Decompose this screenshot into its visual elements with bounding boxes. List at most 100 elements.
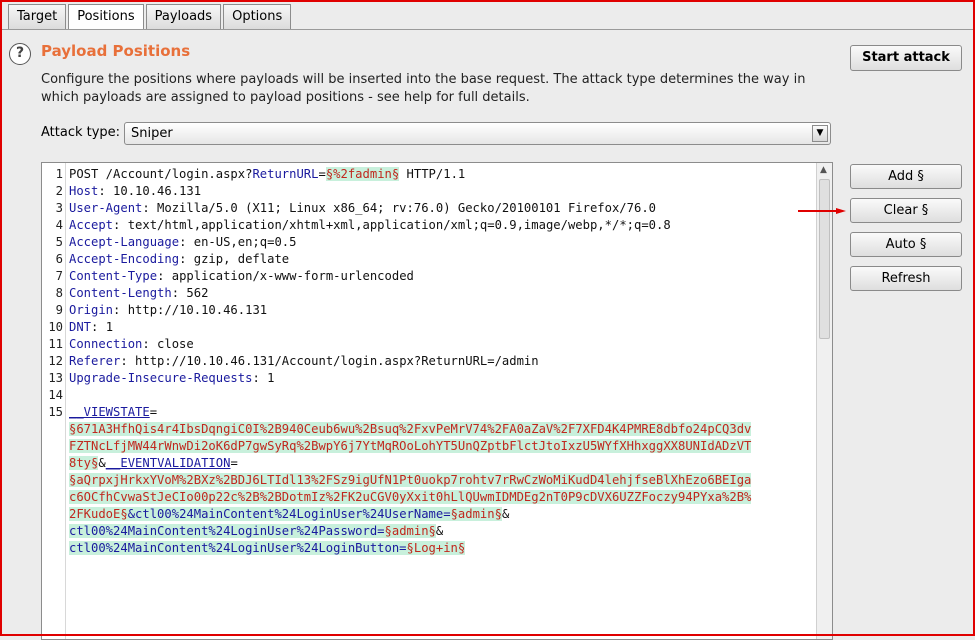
request-line: 8ty§&__EVENTVALIDATION= <box>42 455 816 472</box>
payload-marker: §Log+in§ <box>406 541 466 555</box>
payload-marker: §671A3HfhQis4r4IbsDqngiC0I%2B940Ceub6wu%… <box>69 422 752 436</box>
auto-marker-button[interactable]: Auto § <box>850 232 962 257</box>
request-line: §671A3HfhQis4r4IbsDqngiC0I%2B940Ceub6wu%… <box>42 421 816 438</box>
line-segment: = <box>318 167 326 181</box>
request-line: 9 Origin: http://10.10.46.131 <box>42 302 816 319</box>
request-line: 1 POST /Account/login.aspx?ReturnURL=§%2f… <box>42 166 816 183</box>
request-line: 15 __VIEWSTATE= <box>42 404 816 421</box>
line-text: ctl00%24MainContent%24LoginUser%24LoginB… <box>69 540 466 557</box>
scrollbar-thumb[interactable] <box>819 179 830 339</box>
line-segment: POST /Account/login.aspx? <box>69 167 253 181</box>
dropdown-arrow-icon[interactable]: ▼ <box>812 125 828 142</box>
line-number: 5 <box>55 235 63 249</box>
request-line: 2 Host: 10.10.46.131 <box>42 183 816 200</box>
line-segment: Connection <box>69 337 143 351</box>
request-line: 4 Accept: text/html,application/xhtml+xml… <box>42 217 816 234</box>
request-line: 2FKudoE§&ctl00%24MainContent%24LoginUser… <box>42 506 816 523</box>
line-text: __VIEWSTATE= <box>69 404 157 421</box>
line-text: Content-Type: application/x-www-form-url… <box>69 268 414 285</box>
help-icon[interactable]: ? <box>9 43 31 65</box>
line-segment: Origin <box>69 303 114 317</box>
request-line: 7 Content-Type: application/x-www-form-ur… <box>42 268 816 285</box>
request-line: 3 User-Agent: Mozilla/5.0 (X11; Linux x86… <box>42 200 816 217</box>
start-attack-button[interactable]: Start attack <box>850 45 962 71</box>
line-text: 2FKudoE§&ctl00%24MainContent%24LoginUser… <box>69 506 509 523</box>
line-number: 2 <box>55 184 63 198</box>
tab-positions[interactable]: Positions <box>68 4 144 29</box>
scroll-up-icon[interactable]: ▲ <box>820 165 827 175</box>
line-segment: Accept <box>69 218 114 232</box>
line-segment: : 1 <box>252 371 275 385</box>
request-line: FZTNcLfjMW44rWnwDi2oK6dP7gwSyRq%2BwpY6j7… <box>42 438 816 455</box>
line-segment: User-Agent <box>69 201 143 215</box>
line-text: Host: 10.10.46.131 <box>69 183 201 200</box>
line-number: 10 <box>48 320 63 334</box>
tab-target[interactable]: Target <box>8 4 67 29</box>
request-line: c6OCfhCvwaStJeCIo00p22c%2B%2BDotmIz%2FK2… <box>42 489 816 506</box>
annotation-arrow-icon <box>798 208 846 214</box>
panel-title: Payload Positions <box>41 42 191 60</box>
line-segment: : 562 <box>171 286 209 300</box>
request-line: ctl00%24MainContent%24LoginUser%24LoginB… <box>42 540 816 557</box>
line-segment: : http://10.10.46.131/Account/login.aspx… <box>120 354 539 368</box>
line-text: 8ty§&__EVENTVALIDATION= <box>69 455 238 472</box>
payload-marker: §%2fadmin§ <box>325 167 400 181</box>
attack-type-value: Sniper <box>131 126 173 141</box>
line-segment: : application/x-www-form-urlencoded <box>157 269 414 283</box>
clear-marker-button[interactable]: Clear § <box>850 198 962 223</box>
request-line: 12 Referer: http://10.10.46.131/Account/l… <box>42 353 816 370</box>
request-line: §aQrpxjHrkxYVoM%2BXz%2BDJ6LTIdl13%2FSz9i… <box>42 472 816 489</box>
line-segment: : text/html,application/xhtml+xml,applic… <box>113 218 671 232</box>
line-number: 4 <box>55 218 63 232</box>
line-segment: HTTP/1.1 <box>399 167 466 181</box>
line-segment: Content-Type <box>69 269 158 283</box>
line-segment: Content-Length <box>69 286 172 300</box>
line-number: 9 <box>55 303 63 317</box>
vertical-scrollbar[interactable]: ▲ <box>816 163 832 639</box>
line-segment: : 1 <box>91 320 114 334</box>
line-text: ctl00%24MainContent%24LoginUser%24Passwo… <box>69 523 443 540</box>
line-segment: ctl00%24MainContent%24LoginUser%24LoginB… <box>69 541 407 555</box>
line-number: 15 <box>48 405 63 419</box>
line-text: Origin: http://10.10.46.131 <box>69 302 267 319</box>
request-line: 8 Content-Length: 562 <box>42 285 816 302</box>
line-segment: & <box>501 507 510 521</box>
line-number: 3 <box>55 201 63 215</box>
line-segment: Accept-Encoding <box>69 252 180 266</box>
request-line: 11 Connection: close <box>42 336 816 353</box>
request-editor[interactable]: 1 POST /Account/login.aspx?ReturnURL=§%2f… <box>41 162 833 640</box>
tab-bar: Target Positions Payloads Options <box>8 4 293 29</box>
line-number: 1 <box>55 167 63 181</box>
refresh-button[interactable]: Refresh <box>850 266 962 291</box>
tab-payloads[interactable]: Payloads <box>145 4 222 29</box>
add-marker-button[interactable]: Add § <box>850 164 962 189</box>
line-text: Referer: http://10.10.46.131/Account/log… <box>69 353 539 370</box>
line-segment: : 10.10.46.131 <box>98 184 202 198</box>
line-text: FZTNcLfjMW44rWnwDi2oK6dP7gwSyRq%2BwpY6j7… <box>69 438 752 455</box>
line-segment: Accept-Language <box>69 235 180 249</box>
line-segment: = <box>230 456 238 470</box>
payload-marker: FZTNcLfjMW44rWnwDi2oK6dP7gwSyRq%2BwpY6j7… <box>69 439 752 453</box>
line-text: Connection: close <box>69 336 194 353</box>
line-segment: = <box>149 405 158 419</box>
line-number: 11 <box>48 337 63 351</box>
attack-type-label: Attack type: <box>41 125 121 140</box>
line-number: 14 <box>48 388 63 402</box>
attack-type-select[interactable]: Sniper ▼ <box>124 122 831 145</box>
line-segment: __VIEWSTATE <box>69 405 150 419</box>
line-text: Accept: text/html,application/xhtml+xml,… <box>69 217 671 234</box>
line-text: Content-Length: 562 <box>69 285 208 302</box>
line-text: c6OCfhCvwaStJeCIo00p22c%2B%2BDotmIz%2FK2… <box>69 489 752 506</box>
line-segment: : http://10.10.46.131 <box>113 303 268 317</box>
payload-marker: 2FKudoE§ <box>69 507 128 521</box>
payload-marker: §admin§ <box>450 507 502 521</box>
tab-options[interactable]: Options <box>223 4 292 29</box>
line-segment: : close <box>142 337 194 351</box>
request-line: 14 <box>42 387 816 404</box>
line-segment: ctl00%24MainContent%24LoginUser%24Passwo… <box>69 524 385 538</box>
line-text: POST /Account/login.aspx?ReturnURL=§%2fa… <box>69 166 465 183</box>
line-text: §aQrpxjHrkxYVoM%2BXz%2BDJ6LTIdl13%2FSz9i… <box>69 472 752 489</box>
line-segment: Referer <box>69 354 121 368</box>
payload-marker: §admin§ <box>384 524 436 538</box>
payload-marker: §aQrpxjHrkxYVoM%2BXz%2BDJ6LTIdl13%2FSz9i… <box>69 473 752 487</box>
